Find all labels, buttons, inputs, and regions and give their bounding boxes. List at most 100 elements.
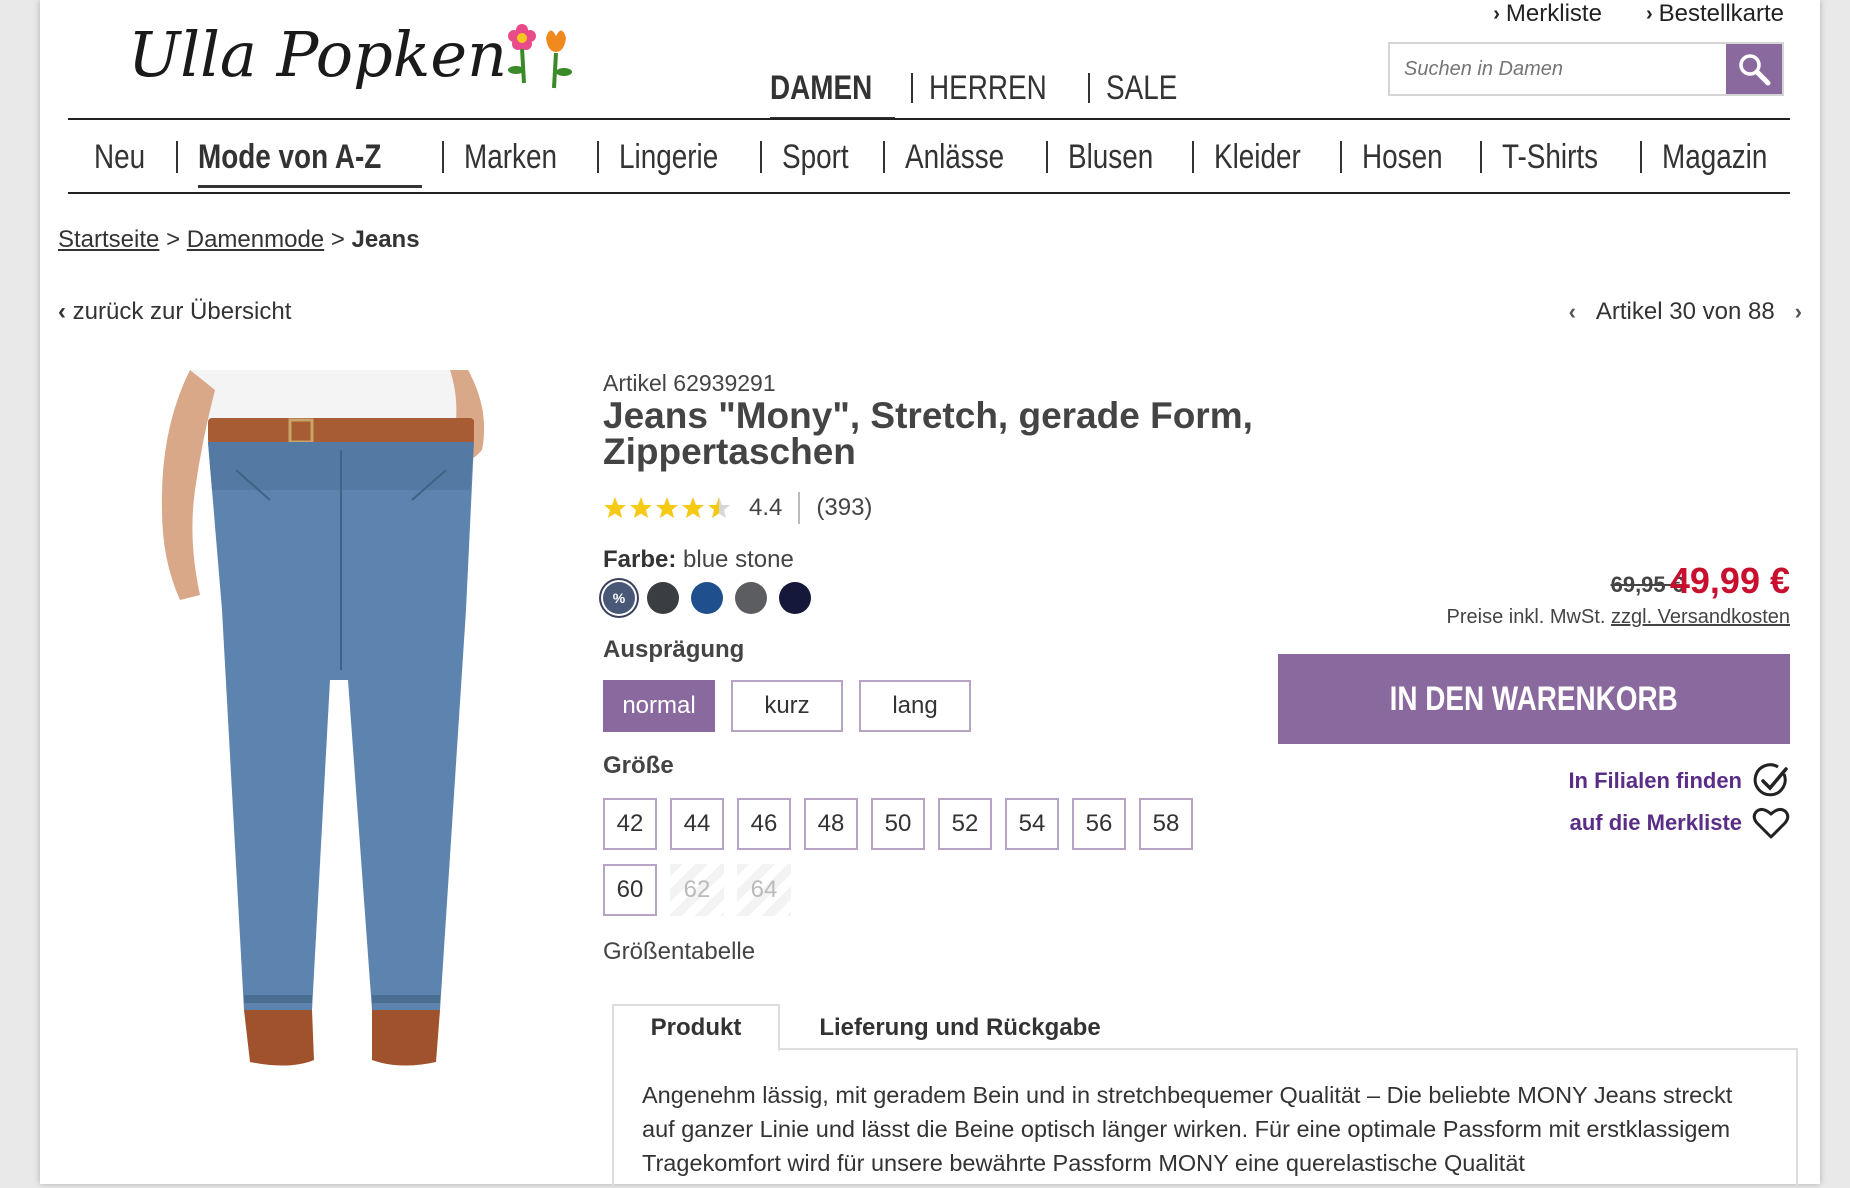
product-tabs: Produkt Lieferung und Rückgabe [612, 1004, 1798, 1052]
size-48[interactable]: 48 [804, 798, 858, 850]
next-article-button[interactable]: › [1795, 299, 1802, 325]
variant-normal[interactable]: normal [603, 680, 715, 732]
nav-item-kleider[interactable]: Kleider [1214, 126, 1320, 188]
nav-separator [1192, 141, 1195, 173]
swatch-blue[interactable] [691, 582, 723, 614]
chevron-right-icon: › [1493, 2, 1500, 25]
size-60[interactable]: 60 [603, 864, 657, 916]
ulla-popken-logo[interactable]: Ulla Popken [118, 8, 618, 118]
page: Ulla Popken › Merkliste › Bestellkarte D… [40, 0, 1820, 1188]
search-icon [1739, 54, 1771, 86]
nav-item-marken[interactable]: Marken [464, 126, 577, 188]
product-title: Jeans "Mony", Stretch, gerade Form, Zipp… [603, 395, 1253, 472]
color-swatches: % [603, 582, 811, 614]
gender-tab-sale[interactable]: SALE [1106, 60, 1193, 116]
size-44[interactable]: 44 [670, 798, 724, 850]
search-button[interactable] [1726, 44, 1782, 94]
rating-count: (393) [816, 494, 873, 521]
size-46[interactable]: 46 [737, 798, 791, 850]
sale-percent-icon: % [612, 590, 626, 606]
nav-separator [176, 141, 179, 173]
star-icon [630, 497, 652, 518]
article-position: Artikel 30 von 88 [1595, 298, 1775, 325]
star-icon [656, 497, 678, 518]
size-62-unavailable: 62 [670, 864, 724, 916]
breadcrumb-separator: > [330, 226, 345, 253]
flower-logo-icon [508, 24, 572, 89]
breadcrumb-damenmode[interactable]: Damenmode [187, 226, 324, 253]
nav-item-blusen[interactable]: Blusen [1068, 126, 1172, 188]
tab-produkt[interactable]: Produkt [612, 1004, 780, 1052]
nav-item-mode-von-a-z[interactable]: Mode von A-Z [198, 126, 422, 188]
nav-separator [1088, 73, 1091, 103]
variant-kurz[interactable]: kurz [731, 680, 843, 732]
vat-note: Preise inkl. MwSt. [1446, 606, 1606, 628]
gender-tab-herren[interactable]: HERREN [929, 60, 1073, 116]
add-to-cart-button[interactable]: IN DEN WARENKORB [1278, 654, 1790, 744]
breadcrumb-startseite[interactable]: Startseite [58, 226, 159, 253]
swatch-grey[interactable] [735, 582, 767, 614]
article-pager: ‹ Artikel 30 von 88 › [1569, 298, 1802, 326]
add-to-wishlist-link[interactable]: auf die Merkliste [1570, 806, 1790, 840]
variant-label: Ausprägung [603, 636, 745, 663]
previous-article-button[interactable]: ‹ [1569, 299, 1576, 325]
size-56[interactable]: 56 [1072, 798, 1126, 850]
swatch-navy[interactable] [779, 582, 811, 614]
nav-item-sport[interactable]: Sport [782, 126, 863, 188]
swatch-blue-stone[interactable]: % [603, 582, 635, 614]
nav-item-anlaesse[interactable]: Anlässe [905, 126, 1026, 188]
product-image[interactable] [140, 370, 620, 1130]
bestellkarte-link[interactable]: › Bestellkarte [1646, 0, 1784, 28]
color-value: blue stone [683, 546, 794, 573]
color-label: Farbe: [603, 546, 677, 573]
star-icon [604, 497, 626, 518]
breadcrumb: Startseite > Damenmode > Jeans [58, 226, 420, 254]
nav-item-hosen[interactable]: Hosen [1362, 126, 1460, 188]
heart-icon [1752, 807, 1790, 839]
product-rating[interactable]: 4.4 (393) [603, 492, 872, 524]
chevron-left-icon: ‹ [58, 298, 66, 325]
color-row: Farbe: blue stone [603, 546, 794, 574]
gender-tab-damen[interactable]: DAMEN [770, 60, 895, 120]
variant-options: normal kurz lang [603, 680, 971, 732]
nav-item-neu[interactable]: Neu [94, 126, 156, 188]
search-box [1388, 42, 1784, 96]
variant-lang[interactable]: lang [859, 680, 971, 732]
product-description: Angenehm lässig, mit geradem Bein und in… [612, 1048, 1798, 1188]
nav-separator [883, 141, 886, 173]
size-54[interactable]: 54 [1005, 798, 1059, 850]
category-nav: Neu Mode von A-Z Marken Lingerie Sport A… [68, 126, 1790, 188]
check-circle-icon [1753, 763, 1788, 797]
find-in-store-link[interactable]: In Filialen finden [1568, 762, 1790, 800]
merkliste-link[interactable]: › Merkliste [1493, 0, 1602, 28]
size-options: 42 44 46 48 50 52 54 56 58 60 62 64 [603, 798, 1203, 916]
size-52[interactable]: 52 [938, 798, 992, 850]
size-42[interactable]: 42 [603, 798, 657, 850]
back-to-overview-link[interactable]: ‹ zurück zur Übersicht [58, 298, 291, 326]
rating-value: 4.4 [749, 494, 783, 521]
rating-stars [603, 496, 731, 520]
size-50[interactable]: 50 [871, 798, 925, 850]
breadcrumb-separator: > [166, 226, 181, 253]
nav-item-t-shirts[interactable]: T-Shirts [1502, 126, 1619, 188]
top-links: › Merkliste › Bestellkarte [1493, 0, 1784, 28]
star-icon [682, 497, 704, 518]
rating-divider [798, 492, 801, 524]
sale-price: 49,99 € [1669, 560, 1790, 601]
logo-text: Ulla Popken [128, 18, 507, 91]
nav-separator [441, 141, 444, 173]
size-table-link[interactable]: Größentabelle [603, 938, 755, 966]
chevron-right-icon: › [1645, 2, 1653, 25]
nav-divider [68, 192, 1790, 194]
size-label: Größe [603, 752, 674, 779]
nav-separator [760, 141, 763, 173]
nav-separator [1639, 141, 1642, 173]
size-58[interactable]: 58 [1139, 798, 1193, 850]
shipping-costs-link[interactable]: zzgl. Versandkosten [1611, 606, 1790, 628]
nav-item-lingerie[interactable]: Lingerie [619, 126, 740, 188]
nav-separator [910, 73, 913, 103]
nav-item-magazin[interactable]: Magazin [1662, 126, 1791, 188]
swatch-anthracite[interactable] [647, 582, 679, 614]
search-input[interactable] [1390, 44, 1726, 94]
tab-lieferung-und-rueckgabe[interactable]: Lieferung und Rückgabe [790, 1004, 1130, 1052]
